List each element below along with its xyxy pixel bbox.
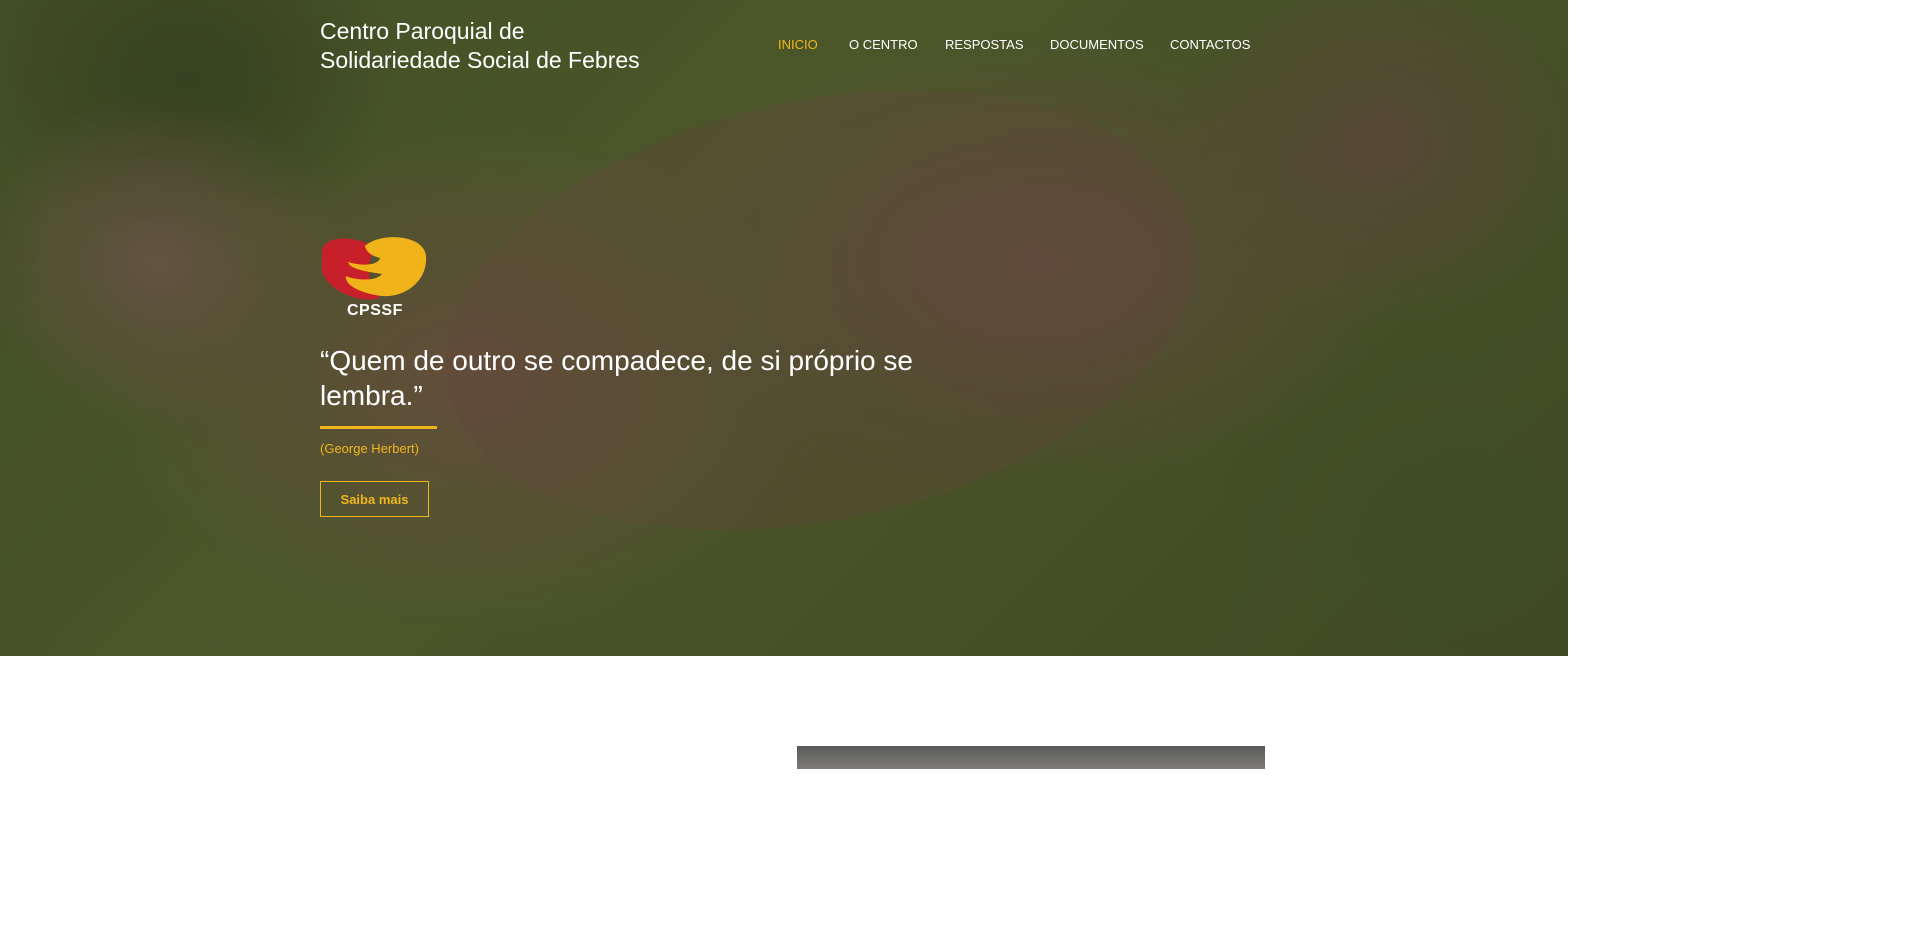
nav-item-o-centro[interactable]: O CENTRO (849, 37, 918, 52)
nav-item-contactos[interactable]: CONTACTOS (1170, 37, 1250, 52)
hero-overlay (0, 0, 1568, 656)
brand-line-2: Solidariedade Social de Febres (320, 47, 640, 73)
brand-line-1: Centro Paroquial de (320, 18, 525, 44)
content-image (797, 746, 1265, 769)
saiba-mais-button[interactable]: Saiba mais (320, 481, 429, 517)
logo-text: CPSSF (347, 302, 403, 319)
site-brand[interactable]: Centro Paroquial de Solidariedade Social… (320, 17, 700, 75)
nav-item-documentos[interactable]: DOCUMENTOS (1050, 37, 1144, 52)
quote-divider (320, 426, 437, 429)
hero-quote: “Quem de outro se compadece, de si própr… (320, 345, 913, 411)
hero-section: Centro Paroquial de Solidariedade Social… (0, 0, 1568, 656)
quote-author: (George Herbert) (320, 441, 419, 456)
nav-item-respostas[interactable]: RESPOSTAS (945, 37, 1024, 52)
nav-item-inicio[interactable]: INICIO (778, 37, 818, 52)
